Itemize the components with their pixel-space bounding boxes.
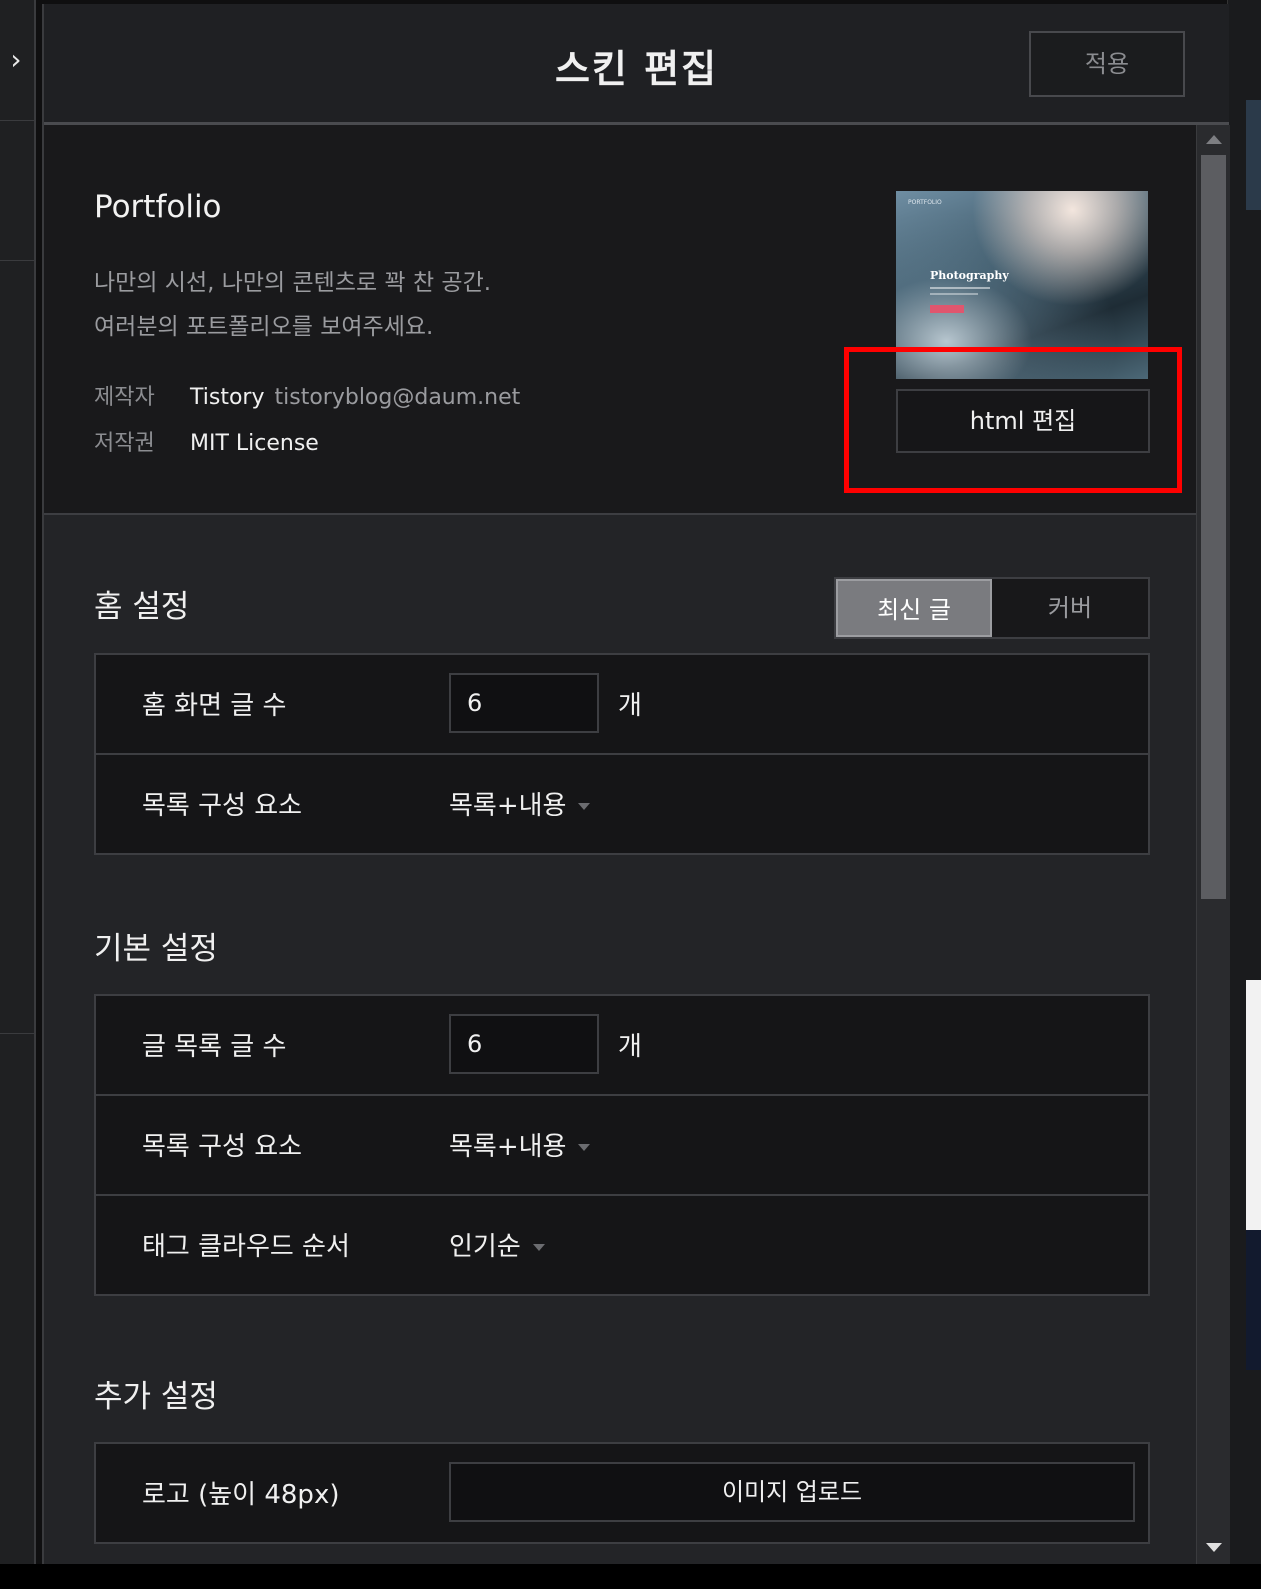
scrollbar[interactable] <box>1196 125 1230 1564</box>
background-thumbnail <box>1246 100 1261 210</box>
select-value: 목록+내용 <box>449 1132 567 1162</box>
extra-settings-table: 로고 (높이 48px) 이미지 업로드 <box>94 1442 1150 1544</box>
count-unit: 개 <box>618 1032 642 1062</box>
select-value: 인기순 <box>449 1232 521 1262</box>
skin-edit-panel: 스킨 편집 적용 Portfolio 나만의 시선, 나만의 콘텐츠로 꽉 찬 … <box>42 4 1230 1564</box>
caret-down-icon <box>578 803 591 810</box>
thumbnail-button <box>930 305 964 313</box>
divider <box>0 1033 34 1034</box>
list-post-count-input[interactable]: 6 <box>449 1014 599 1074</box>
thumbnail-heading: Photography <box>930 269 1009 282</box>
background-panel <box>1246 980 1261 1230</box>
skin-name: Portfolio <box>94 189 222 225</box>
bottom-bar <box>0 1564 1261 1589</box>
author-key: 제작자 <box>94 385 155 410</box>
table-row: 목록 구성 요소 목록+내용 <box>96 755 1148 853</box>
sidebar-collapsed: › <box>0 0 36 1589</box>
skin-description-line: 나만의 시선, 나만의 콘텐츠로 꽉 찬 공간. <box>94 270 492 296</box>
toggle-latest-posts[interactable]: 최신 글 <box>836 579 992 637</box>
tag-cloud-order-label: 태그 클라우드 순서 <box>142 1232 350 1262</box>
caret-down-icon <box>578 1144 591 1151</box>
caret-down-icon <box>532 1244 545 1251</box>
license-value: MIT License <box>190 431 319 456</box>
home-post-count-input[interactable]: 6 <box>449 673 599 733</box>
scroll-down-icon[interactable] <box>1206 1543 1222 1552</box>
home-settings-title: 홈 설정 <box>94 589 190 625</box>
home-mode-toggle: 최신 글 커버 <box>834 577 1150 639</box>
basic-settings-title: 기본 설정 <box>94 931 218 967</box>
skin-description-line: 여러분의 포트폴리오를 보여주세요. <box>94 314 434 340</box>
extra-settings-title: 추가 설정 <box>94 1379 218 1415</box>
list-elements-select[interactable]: 목록+내용 <box>449 1126 591 1163</box>
chevron-right-icon[interactable]: › <box>0 40 32 80</box>
home-list-elements-label: 목록 구성 요소 <box>142 791 303 821</box>
skin-info: Portfolio 나만의 시선, 나만의 콘텐츠로 꽉 찬 공간. 여러분의 … <box>44 125 1196 515</box>
divider <box>0 120 34 121</box>
panel-header: 스킨 편집 적용 <box>44 4 1229 125</box>
home-post-count-label: 홈 화면 글 수 <box>142 691 287 721</box>
tag-cloud-order-select[interactable]: 인기순 <box>449 1226 545 1263</box>
thumbnail-text-line <box>930 293 978 295</box>
logo-label: 로고 (높이 48px) <box>142 1480 340 1510</box>
home-list-elements-select[interactable]: 목록+내용 <box>449 785 591 822</box>
table-row: 로고 (높이 48px) 이미지 업로드 <box>96 1444 1148 1542</box>
skin-license: 저작권 MIT License <box>94 425 319 457</box>
basic-settings-table: 글 목록 글 수 6 개 목록 구성 요소 목록+내용 태그 클라우드 순서 인… <box>94 994 1150 1296</box>
count-unit: 개 <box>618 691 642 721</box>
table-row: 목록 구성 요소 목록+내용 <box>96 1096 1148 1196</box>
author-email: tistoryblog@daum.net <box>274 385 521 410</box>
thumbnail-text-line <box>930 287 990 289</box>
background-page <box>1227 0 1261 1589</box>
home-settings-table: 홈 화면 글 수 6 개 목록 구성 요소 목록+내용 <box>94 653 1150 855</box>
table-row: 홈 화면 글 수 6 개 <box>96 655 1148 755</box>
divider <box>0 260 34 261</box>
skin-description: 나만의 시선, 나만의 콘텐츠로 꽉 찬 공간. 여러분의 포트폴리오를 보여주… <box>94 261 491 349</box>
highlight-box <box>844 347 1182 493</box>
image-upload-button[interactable]: 이미지 업로드 <box>449 1462 1135 1522</box>
apply-button[interactable]: 적용 <box>1029 31 1185 97</box>
select-value: 목록+내용 <box>449 791 567 821</box>
scrollbar-thumb[interactable] <box>1201 155 1226 899</box>
table-row: 글 목록 글 수 6 개 <box>96 996 1148 1096</box>
author-name: Tistory <box>190 385 265 410</box>
license-key: 저작권 <box>94 431 155 456</box>
list-elements-label: 목록 구성 요소 <box>142 1132 303 1162</box>
panel-content: Portfolio 나만의 시선, 나만의 콘텐츠로 꽉 찬 공간. 여러분의 … <box>44 125 1196 1564</box>
table-row: 태그 클라우드 순서 인기순 <box>96 1196 1148 1294</box>
scroll-up-icon[interactable] <box>1206 135 1222 144</box>
skin-author: 제작자 Tistory tistoryblog@daum.net <box>94 379 520 411</box>
thumbnail-logo: PORTFOLIO <box>908 199 942 206</box>
list-post-count-label: 글 목록 글 수 <box>142 1032 287 1062</box>
toggle-cover[interactable]: 커버 <box>992 579 1148 637</box>
background-image <box>1246 1230 1261 1370</box>
